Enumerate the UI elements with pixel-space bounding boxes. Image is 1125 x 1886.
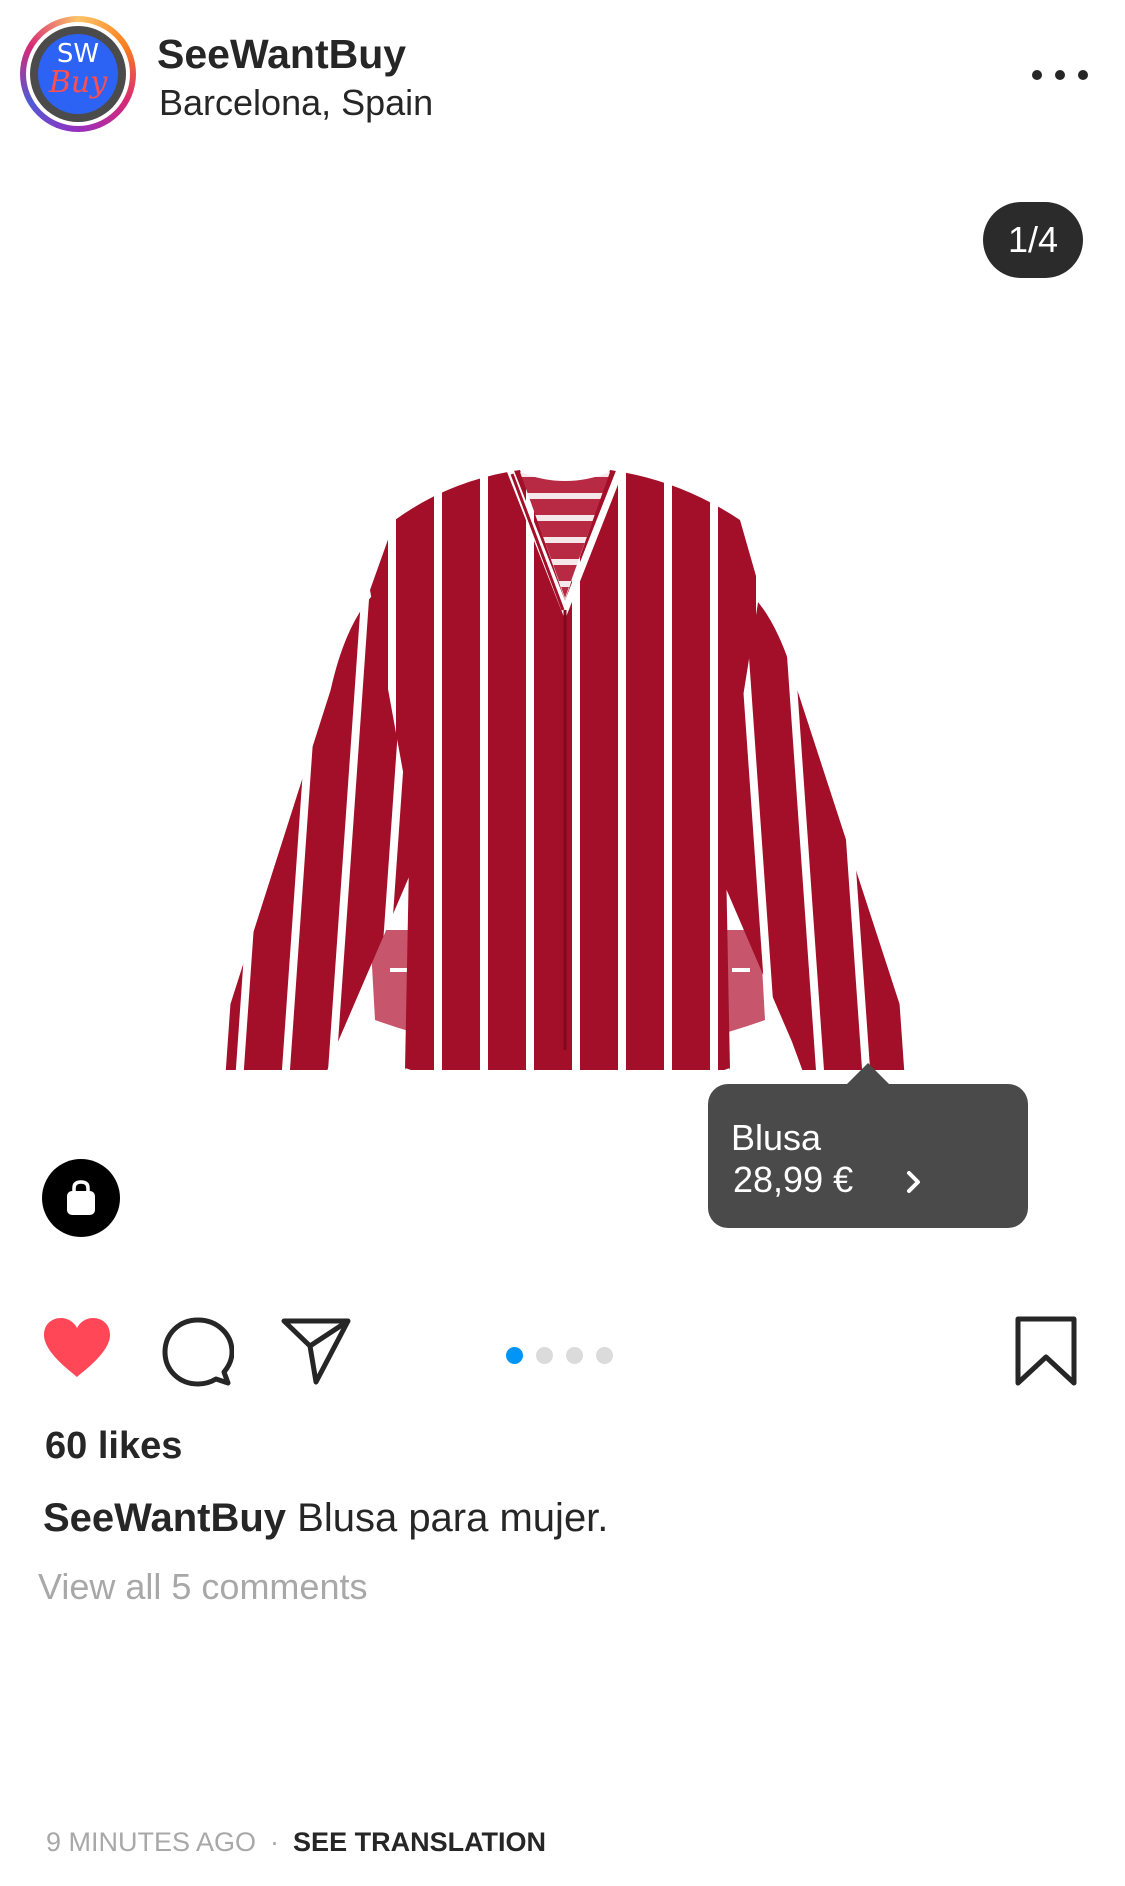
avatar-logo-sw: SW [56,39,100,69]
heart-icon[interactable] [40,1315,114,1381]
caption-text: Blusa para mujer. [297,1496,609,1540]
avatar[interactable]: SW Buy [20,16,136,132]
post-caption: SeeWantBuy Blusa para mujer. [43,1495,608,1541]
avatar-logo: SW Buy [38,34,118,114]
post-actions [0,1300,1125,1410]
more-options-button[interactable] [1030,58,1090,92]
shop-bag-button[interactable] [42,1159,120,1237]
post-footer: 9 MINUTES AGO · SEE TRANSLATION [46,1826,546,1858]
comment-icon[interactable] [162,1316,234,1388]
post-header: SW Buy SeeWantBuy Barcelona, Spain [0,0,1125,150]
more-horizontal-icon [1032,70,1042,80]
carousel-dot [596,1347,613,1364]
chevron-right-icon [907,1171,920,1193]
see-translation-link[interactable]: SEE TRANSLATION [293,1827,546,1857]
avatar-image: SW Buy [30,26,126,122]
carousel-dot [536,1347,553,1364]
send-icon[interactable] [280,1316,352,1386]
more-horizontal-icon-dot [1078,70,1088,80]
post-media[interactable]: 1/4 Blusa 28,99 € [0,150,1125,1275]
more-horizontal-icon-dot [1055,70,1065,80]
carousel-dot-active [506,1347,523,1364]
shopping-bag-icon [67,1180,95,1215]
post-timestamp: 9 MINUTES AGO [46,1827,257,1857]
product-tag-body: Blusa 28,99 € [708,1084,1028,1228]
account-location[interactable]: Barcelona, Spain [159,82,433,124]
bookmark-icon[interactable] [1014,1315,1078,1387]
account-username[interactable]: SeeWantBuy [157,30,406,78]
likes-count[interactable]: 60 likes [45,1424,182,1468]
product-image-blouse [220,468,910,1070]
caption-username[interactable]: SeeWantBuy [43,1496,286,1540]
product-tag[interactable]: Blusa 28,99 € [708,1063,1028,1228]
footer-separator: · [270,1827,280,1857]
carousel-counter: 1/4 [983,202,1083,278]
product-tag-pointer [846,1063,890,1085]
product-tag-name: Blusa [731,1117,822,1158]
carousel-dot [566,1347,583,1364]
view-comments-link[interactable]: View all 5 comments [38,1566,367,1608]
avatar-border: SW Buy [26,22,130,126]
product-tag-price: 28,99 € [733,1159,854,1200]
avatar-logo-buy: Buy [48,65,108,100]
